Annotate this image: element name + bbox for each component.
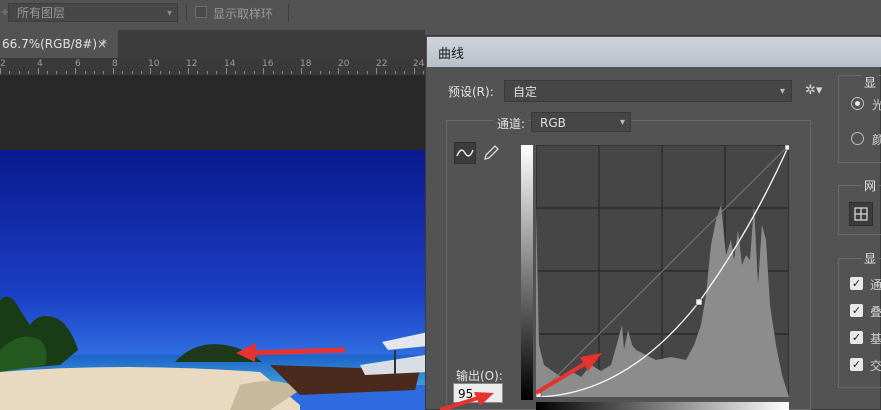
ruler-tick <box>357 71 359 74</box>
ruler-tick <box>131 71 133 74</box>
sample-layers-value: 所有图层 <box>17 6 66 20</box>
output-gradient-bar <box>521 145 533 400</box>
ruler-tick <box>122 71 124 74</box>
ruler-tick <box>329 71 330 74</box>
intersection-line-checkbox[interactable]: ✓ <box>850 358 863 371</box>
check-label: 交 <box>870 359 881 373</box>
ruler-tick <box>225 68 227 74</box>
ruler-tick <box>291 71 293 74</box>
ruler-tick <box>18 71 20 74</box>
ruler-label: 20 <box>338 59 350 69</box>
ruler-tick <box>394 71 396 74</box>
dialog-titlebar[interactable] <box>427 37 881 67</box>
preset-label: 预设(R): <box>448 85 494 99</box>
ruler-tick <box>103 71 105 74</box>
annotation-arrow <box>440 392 494 410</box>
ruler-tick <box>112 68 114 74</box>
ruler-tick <box>385 71 387 74</box>
ruler-tick <box>56 71 58 74</box>
ruler-tick <box>376 68 377 74</box>
ruler-tick <box>263 68 265 74</box>
ruler-tick <box>169 71 171 74</box>
curve-control-point <box>695 298 703 306</box>
light-radio-label: 光 <box>872 98 881 112</box>
channel-select[interactable]: RGB ▾ <box>531 112 631 132</box>
ruler-tick <box>244 71 246 74</box>
ruler-tick <box>141 71 142 74</box>
chevron-down-icon: ▾ <box>779 86 785 97</box>
ruler-tick <box>9 71 11 74</box>
baseline-checkbox[interactable]: ✓ <box>850 331 863 344</box>
ruler-tick <box>75 68 77 74</box>
ruler-tick <box>282 71 283 74</box>
show-sample-ring-label: 显示取样环 <box>213 7 274 21</box>
ruler-tick <box>423 71 424 74</box>
ruler-tick <box>178 71 180 74</box>
chevron-down-icon: ▾ <box>619 117 625 128</box>
ruler-tick <box>47 71 48 74</box>
ruler-tick <box>253 71 255 74</box>
light-radio[interactable] <box>851 97 864 110</box>
display-group-title: 显 <box>862 74 879 91</box>
ruler-tick <box>206 71 208 74</box>
ruler-tick <box>404 71 406 74</box>
curve-tool-button[interactable] <box>454 142 476 164</box>
ruler-tick <box>272 71 274 74</box>
histogram-checkbox[interactable]: ✓ <box>850 304 863 317</box>
ruler-tick <box>0 68 1 74</box>
ruler-label: 24 <box>413 59 425 69</box>
channel-overlays-checkbox[interactable]: ✓ <box>850 277 863 290</box>
ruler-tick <box>159 71 161 74</box>
pigment-radio-label: 颜 <box>872 133 881 147</box>
ruler-tick <box>94 71 95 74</box>
ruler-tick <box>216 71 218 74</box>
ruler-tick <box>338 68 340 74</box>
curve-wave-icon <box>456 149 474 157</box>
curve-endpoint <box>784 145 789 151</box>
dialog-title: 曲线 <box>438 47 465 62</box>
sample-layers-select[interactable]: 所有图层 ▾ <box>8 3 178 22</box>
pigment-radio[interactable] <box>851 132 864 145</box>
ruler-label: 22 <box>376 59 388 69</box>
options-divider <box>288 4 289 22</box>
horizontal-ruler: 2 4 6 8 10 12 14 16 18 20 22 24 <box>0 58 428 76</box>
ruler-tick <box>366 71 368 74</box>
ruler-tick <box>319 71 321 74</box>
channel-label: 通道: <box>494 115 529 132</box>
ruler-tick <box>413 68 415 74</box>
ruler-tick <box>84 71 86 74</box>
input-gradient-bar <box>536 402 789 410</box>
check-label: 通 <box>870 278 881 292</box>
document-tab-title: 66.7%(RGB/8#) * <box>2 37 107 51</box>
ruler-tick <box>300 68 302 74</box>
ruler-tick <box>150 68 152 74</box>
preset-select[interactable]: 自定 ▾ <box>504 80 792 102</box>
curve-graph[interactable] <box>536 145 789 397</box>
pencil-tool-button[interactable] <box>480 142 502 164</box>
grid-group-title: 网 <box>862 177 879 194</box>
ruler-tick <box>197 71 199 74</box>
ruler-tick <box>310 71 312 74</box>
beach-photo[interactable] <box>0 150 428 410</box>
chevron-down-icon: ▾ <box>166 8 172 19</box>
show-sample-ring-checkbox[interactable] <box>195 6 207 18</box>
options-divider <box>186 4 187 22</box>
simple-grid-button[interactable] <box>849 202 873 226</box>
channel-value: RGB <box>540 116 566 130</box>
preset-value: 自定 <box>513 85 538 99</box>
pencil-icon <box>484 145 499 160</box>
ruler-tick <box>28 71 30 74</box>
ruler-tick <box>65 71 67 74</box>
show-group-title: 显 <box>862 250 879 267</box>
grid-icon <box>854 207 868 221</box>
ruler-tick <box>347 71 349 74</box>
ruler-tick <box>188 68 189 74</box>
ruler-tick <box>235 71 236 74</box>
output-label: 输出(O): <box>456 369 503 383</box>
check-label: 基 <box>870 332 881 346</box>
check-label: 叠 <box>870 305 881 319</box>
ruler-tick <box>37 68 39 74</box>
gear-icon[interactable]: ✲▾ <box>805 83 822 98</box>
close-tab-icon[interactable]: × <box>97 30 107 58</box>
